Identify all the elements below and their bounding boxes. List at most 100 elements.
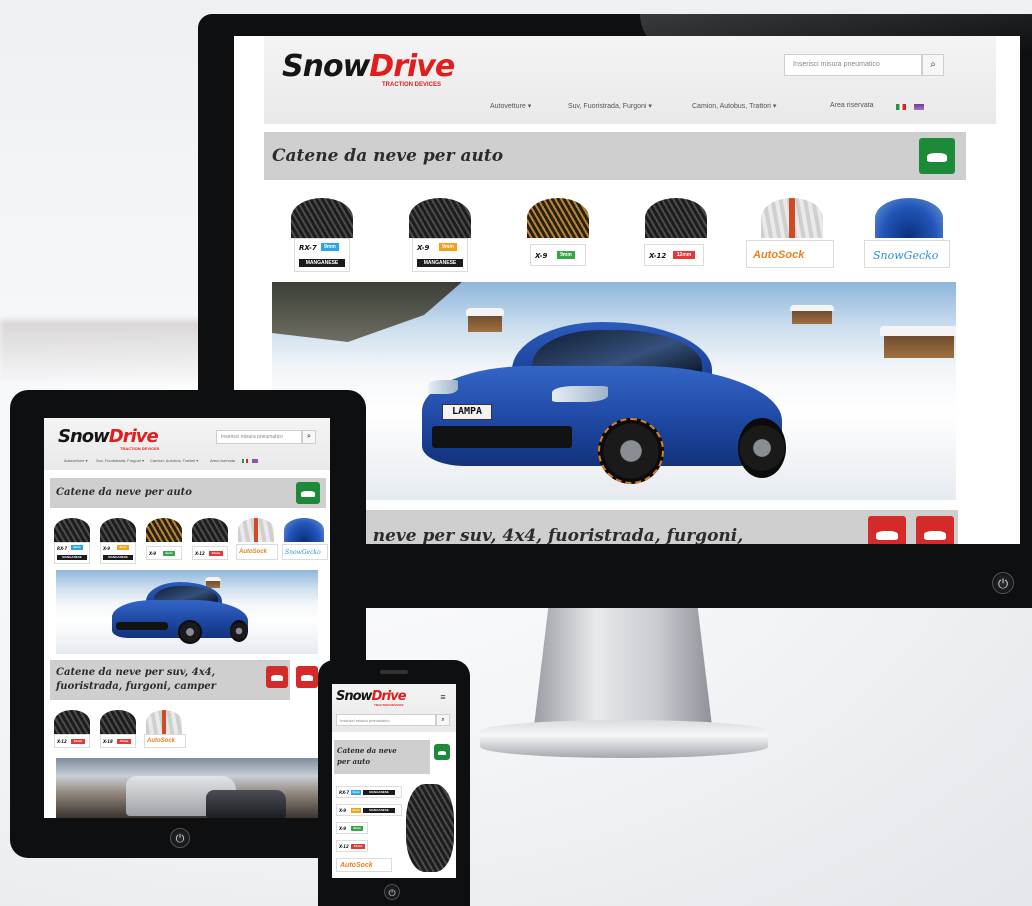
section-title-suv: e neve per suv, 4x4, fuoristrada, furgon…	[356, 526, 744, 544]
suv-category-button[interactable]	[868, 516, 906, 544]
product-badge: 12mm	[673, 251, 695, 259]
product-card-autosock[interactable]: AutoSock	[236, 544, 278, 560]
product-tire-image[interactable]	[192, 518, 228, 542]
product-autosock-image[interactable]	[238, 518, 274, 542]
autosock-logo: AutoSock	[239, 549, 268, 555]
flag-it-icon[interactable]	[242, 459, 248, 463]
product-card-x9[interactable]: X-9 9mm	[336, 822, 368, 834]
product-name: X-9	[417, 244, 430, 252]
product-card-x12[interactable]: X-12 12mm	[336, 840, 368, 852]
nav-camion[interactable]: Camion, Autobus, Trattori ▾	[150, 458, 198, 463]
tablet-search-input[interactable]: Inserisci misura pneumatico	[216, 430, 302, 444]
logo-drive-text: Drive	[108, 426, 159, 447]
product-card-rx7[interactable]: RX-7 9mm MANGANESE	[294, 238, 350, 272]
tablet-van-image	[56, 758, 318, 818]
product-card-x9-manganese[interactable]: X-9 9mm MANGANESE	[412, 238, 468, 272]
product-badge-material: MANGANESE	[363, 790, 395, 795]
suv-category-button[interactable]	[266, 666, 288, 688]
section-title-line2: per auto	[337, 757, 371, 766]
snow-chain	[598, 418, 664, 484]
tablet-nav: Autovetture ▾ Suv, Fuoristrada, Furgoni …	[64, 458, 324, 466]
product-name: X-9	[339, 826, 347, 831]
desktop-search-input[interactable]: Inserisci misura pneumatico	[784, 54, 922, 76]
product-card-autosock[interactable]: AutoSock	[144, 734, 186, 748]
product-card-rx7[interactable]: RX-7 9mm MANGANESE	[336, 786, 402, 798]
product-tire-image[interactable]	[146, 518, 182, 542]
product-name: X-12	[649, 252, 667, 260]
product-card-x12[interactable]: X-12 12mm	[54, 734, 90, 748]
product-badge: 9mm	[163, 551, 175, 556]
nav-area-riservata[interactable]: Area riservata	[210, 458, 235, 463]
product-card-rx7[interactable]: RX-7 9mm MANGANESE	[54, 542, 90, 564]
product-badge: 9mm	[71, 545, 83, 550]
nav-suv[interactable]: Suv, Fuoristrada, Furgoni ▾	[96, 458, 144, 463]
logo-drive-text: Drive	[371, 689, 407, 704]
hero-chalet	[879, 325, 956, 358]
car-category-button[interactable]	[434, 744, 450, 760]
product-name: X-12	[339, 844, 349, 849]
phone-section-title-bar: Catene da neve per auto	[334, 740, 430, 774]
product-card-x9-manganese[interactable]: X-9 9mm MANGANESE	[100, 542, 136, 564]
tablet-home-button[interactable]	[170, 828, 190, 848]
nav-camion[interactable]: Camion, Autobus, Trattori ▾	[692, 102, 776, 110]
product-card-x12[interactable]: X-12 12mm	[192, 546, 228, 560]
hamburger-menu-button[interactable]: ≡	[436, 692, 450, 702]
monitor-power-button[interactable]	[992, 572, 1014, 594]
phone-search-button[interactable]: ⌕	[436, 714, 450, 726]
product-card-x9[interactable]: X-9 9mm	[530, 244, 586, 266]
monitor-stand-neck	[534, 608, 712, 726]
product-card-autosock[interactable]: AutoSock	[336, 858, 392, 872]
product-badge-material: MANGANESE	[57, 555, 87, 560]
product-snowgecko-image[interactable]	[875, 198, 943, 238]
tablet-search-button[interactable]: ⌕	[302, 430, 316, 444]
van-category-button[interactable]	[296, 666, 318, 688]
search-icon: ⌕	[930, 59, 936, 70]
nav-autovetture[interactable]: Autovetture ▾	[64, 458, 88, 463]
product-card-autosock[interactable]: AutoSock	[746, 240, 834, 268]
product-autosock-image[interactable]	[761, 198, 823, 238]
car-category-button[interactable]	[919, 138, 955, 174]
search-icon: ⌕	[441, 717, 445, 723]
product-tire-image[interactable]	[54, 710, 90, 734]
product-tire-image[interactable]	[54, 518, 90, 542]
flag-it-icon[interactable]	[896, 104, 906, 110]
flag-other-icon[interactable]	[252, 459, 258, 463]
product-tire-image[interactable]	[100, 518, 136, 542]
tablet-hero-image	[56, 570, 318, 654]
nav-area-riservata[interactable]: Area riservata	[830, 102, 874, 109]
car-grill	[116, 622, 168, 630]
product-card-snowgecko[interactable]: SnowGecko	[282, 544, 328, 560]
flag-other-icon[interactable]	[914, 104, 924, 110]
product-card-snowgecko[interactable]: SnowGecko	[864, 240, 950, 268]
van-category-button[interactable]	[916, 516, 954, 544]
tablet-screen: SnowDrive TRACTION DEVICES Inserisci mis…	[44, 418, 330, 818]
product-card-x9[interactable]: X-9 9mm	[146, 546, 182, 560]
tablet-logo[interactable]: SnowDrive	[58, 426, 159, 447]
section-title: Catene da neve per auto	[272, 146, 504, 166]
product-snowgecko-image[interactable]	[284, 518, 324, 542]
product-tire-image[interactable]	[645, 198, 707, 238]
desktop-logo[interactable]: SnowDrive	[282, 52, 455, 82]
product-tire-image[interactable]	[291, 198, 353, 238]
product-autosock-image[interactable]	[146, 710, 182, 734]
logo-snow-text: Snow	[58, 426, 110, 447]
product-tire-image[interactable]	[409, 198, 471, 238]
desktop-search-button[interactable]: ⌕	[922, 54, 944, 76]
phone-home-button[interactable]	[384, 884, 400, 900]
product-name: X-12	[195, 551, 205, 556]
product-card-x12[interactable]: X-12 12mm	[644, 244, 704, 266]
nav-suv[interactable]: Suv, Fuoristrada, Furgoni ▾	[568, 102, 652, 110]
product-card-x18[interactable]: X-18 18mm	[100, 734, 136, 748]
product-badge: 12mm	[71, 739, 85, 744]
product-tire-image[interactable]	[527, 198, 589, 238]
product-card-x9-manganese[interactable]: X-9 9mm MANGANESE	[336, 804, 402, 816]
product-tire-image[interactable]	[406, 784, 454, 872]
car-category-button[interactable]	[296, 482, 320, 504]
hero-car	[112, 582, 252, 648]
product-name: X-9	[535, 252, 548, 260]
phone-logo[interactable]: SnowDrive	[336, 689, 407, 704]
product-tire-image[interactable]	[100, 710, 136, 734]
phone-search-input[interactable]: Inserisci misura pneumatico	[336, 714, 436, 726]
product-badge: 9mm	[351, 826, 363, 831]
nav-autovetture[interactable]: Autovetture ▾	[490, 102, 531, 110]
